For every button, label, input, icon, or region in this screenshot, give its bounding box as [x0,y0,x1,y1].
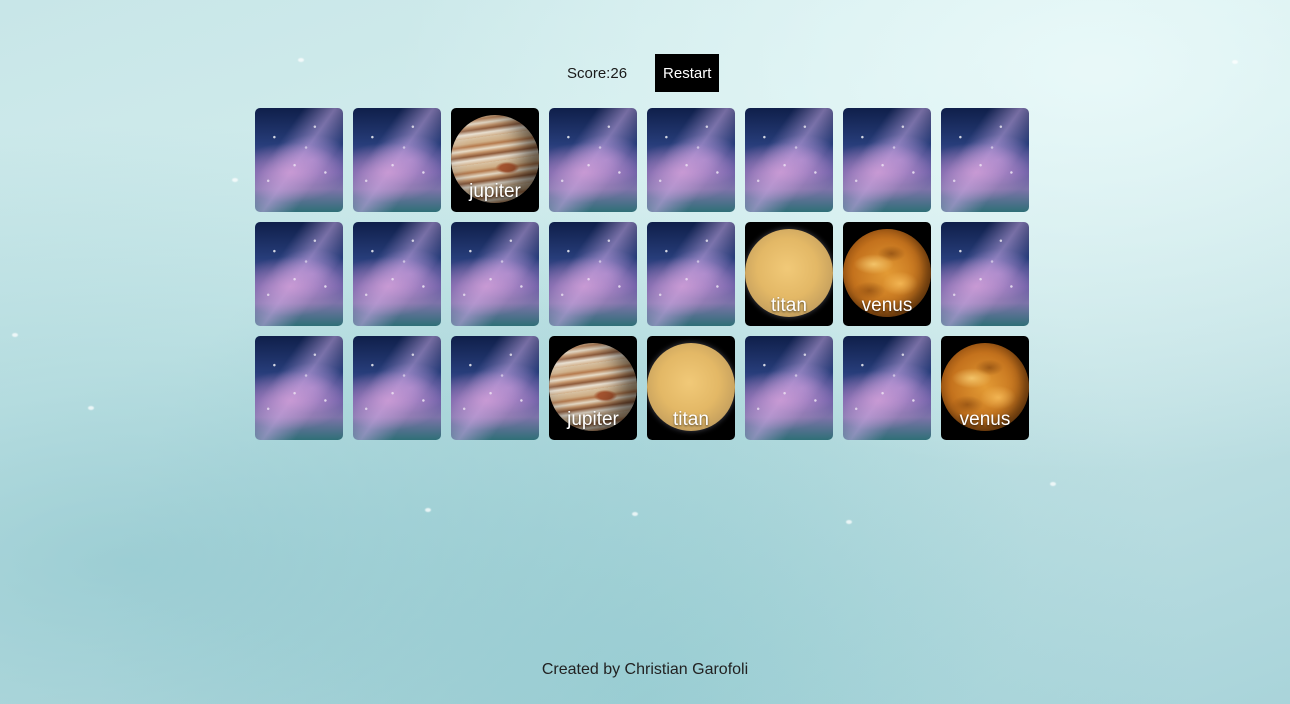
card-hidden[interactable] [549,222,637,326]
card-label: jupiter [469,181,521,202]
card-label: titan [673,409,709,430]
card-label: titan [771,295,807,316]
card-hidden[interactable] [353,108,441,212]
card-hidden[interactable] [255,336,343,440]
card-titan[interactable]: titan [745,222,833,326]
card-hidden[interactable] [451,222,539,326]
card-hidden[interactable] [745,108,833,212]
card-jupiter[interactable]: jupiter [451,108,539,212]
card-hidden[interactable] [255,222,343,326]
card-hidden[interactable] [745,336,833,440]
card-grid: jupiter titan venus jupiter titan venus [255,108,1031,440]
footer-credit: Created by Christian Garofoli [541,661,749,678]
card-hidden[interactable] [549,108,637,212]
card-jupiter[interactable]: jupiter [549,336,637,440]
card-hidden[interactable] [353,336,441,440]
card-hidden[interactable] [941,108,1029,212]
card-hidden[interactable] [353,222,441,326]
card-hidden[interactable] [941,222,1029,326]
card-titan[interactable]: titan [647,336,735,440]
score-display: Score:26 [567,64,628,82]
card-label: jupiter [567,409,619,430]
card-hidden[interactable] [843,336,931,440]
card-hidden[interactable] [255,108,343,212]
card-hidden[interactable] [451,336,539,440]
card-label: venus [861,295,913,316]
restart-button[interactable]: Restart [655,54,720,92]
game-header: Score:26 Restart [557,54,720,92]
card-venus[interactable]: venus [941,336,1029,440]
card-label: venus [959,409,1011,430]
card-hidden[interactable] [647,222,735,326]
card-hidden[interactable] [843,108,931,212]
card-hidden[interactable] [647,108,735,212]
card-venus[interactable]: venus [843,222,931,326]
